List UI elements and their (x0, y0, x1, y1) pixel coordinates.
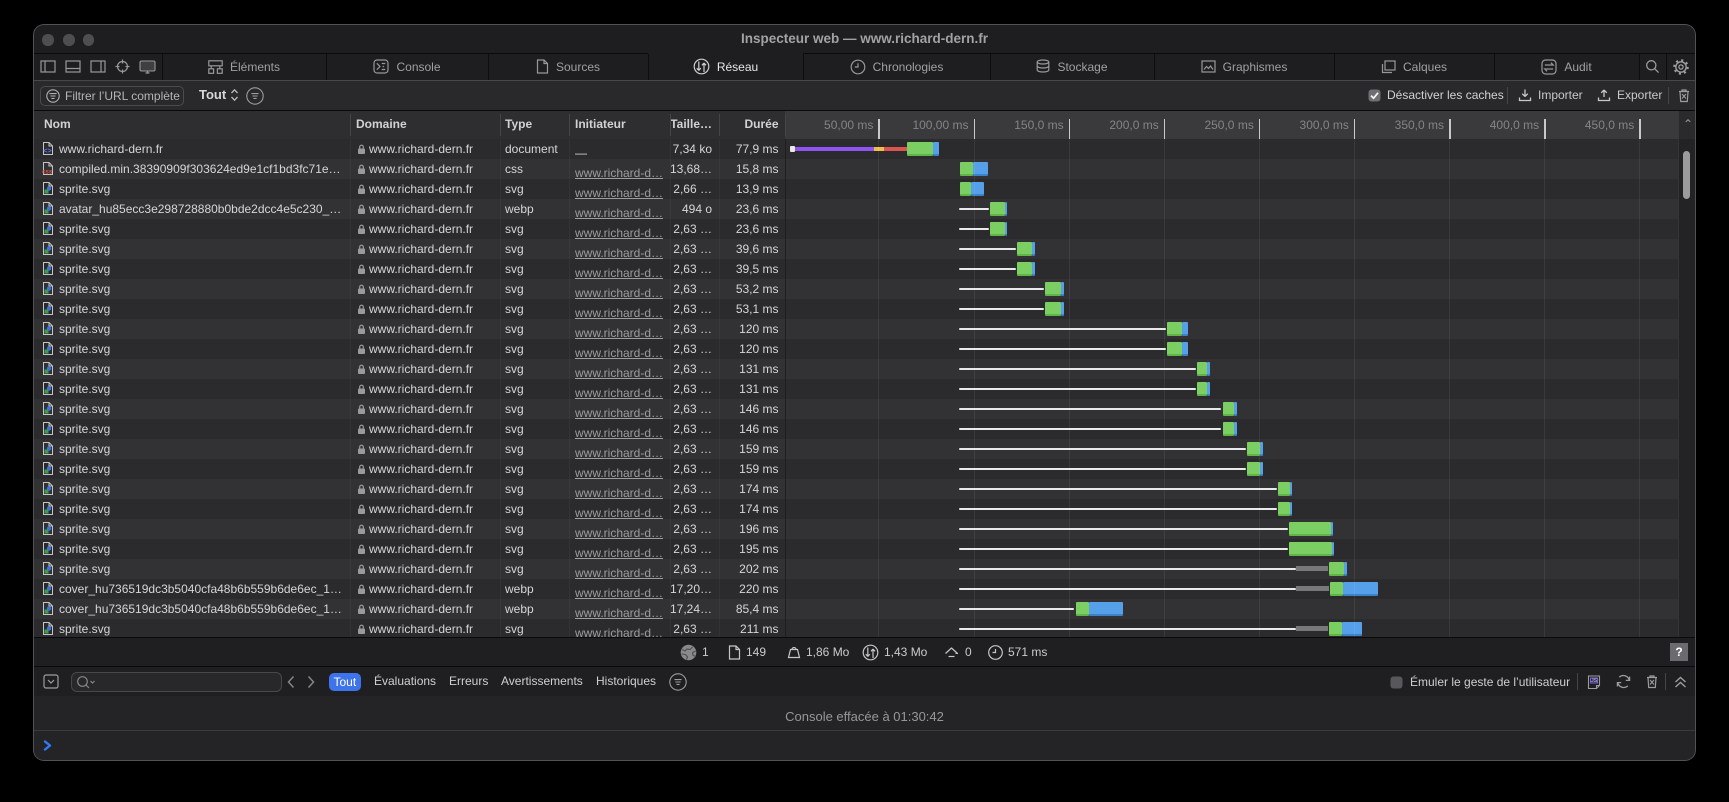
svg-text:JS: JS (1591, 678, 1598, 684)
svg-text:css: css (42, 170, 53, 176)
svg-text:<>: <> (43, 148, 51, 155)
